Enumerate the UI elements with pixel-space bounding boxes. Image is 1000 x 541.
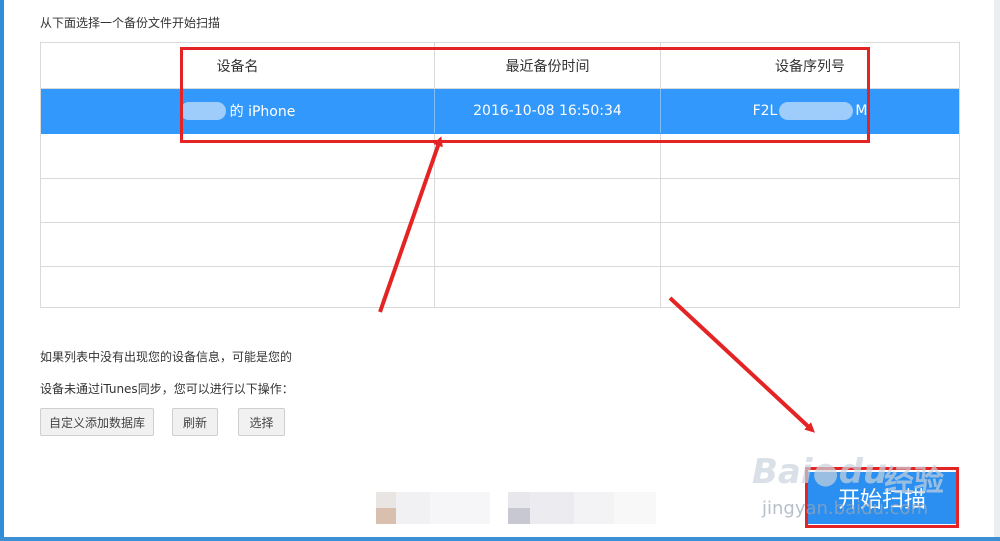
- window-left-edge: [0, 0, 4, 541]
- table-cell: [41, 178, 435, 222]
- custom-add-database-button[interactable]: 自定义添加数据库: [40, 408, 154, 436]
- window-right-edge: [994, 0, 1000, 541]
- watermark-product: 经验: [884, 464, 944, 499]
- window-bottom-edge: [0, 537, 1000, 541]
- table-row[interactable]: [41, 266, 959, 307]
- hint-line-2: 设备未通过iTunes同步，您可以进行以下操作：: [40, 382, 294, 396]
- hint-line-1: 如果列表中没有出现您的设备信息，可能是您的: [40, 350, 293, 364]
- watermark-brand-part1: Bai: [752, 452, 813, 492]
- table-cell: [661, 178, 959, 222]
- table-row[interactable]: [41, 178, 959, 223]
- table-cell: [435, 222, 661, 266]
- table-cell: [41, 222, 435, 266]
- table-cell: [661, 266, 959, 307]
- watermark-url: jingyan.baidu.com: [762, 498, 929, 519]
- table-cell: [435, 178, 661, 222]
- arrow-to-scan-button: [668, 296, 815, 433]
- table-cell: [41, 266, 435, 307]
- table-cell: [661, 222, 959, 266]
- select-button[interactable]: 选择: [238, 408, 285, 436]
- table-row[interactable]: [41, 222, 959, 267]
- watermark-brand: Bai●du: [752, 452, 887, 492]
- table-cell: [435, 266, 661, 307]
- paw-icon: ●: [812, 456, 839, 491]
- pixelated-mosaic: [376, 492, 656, 524]
- watermark-brand-part2: du: [838, 452, 888, 492]
- refresh-button[interactable]: 刷新: [172, 408, 218, 436]
- instruction-text: 从下面选择一个备份文件开始扫描: [40, 16, 221, 30]
- annotation-frame-table: [180, 47, 870, 143]
